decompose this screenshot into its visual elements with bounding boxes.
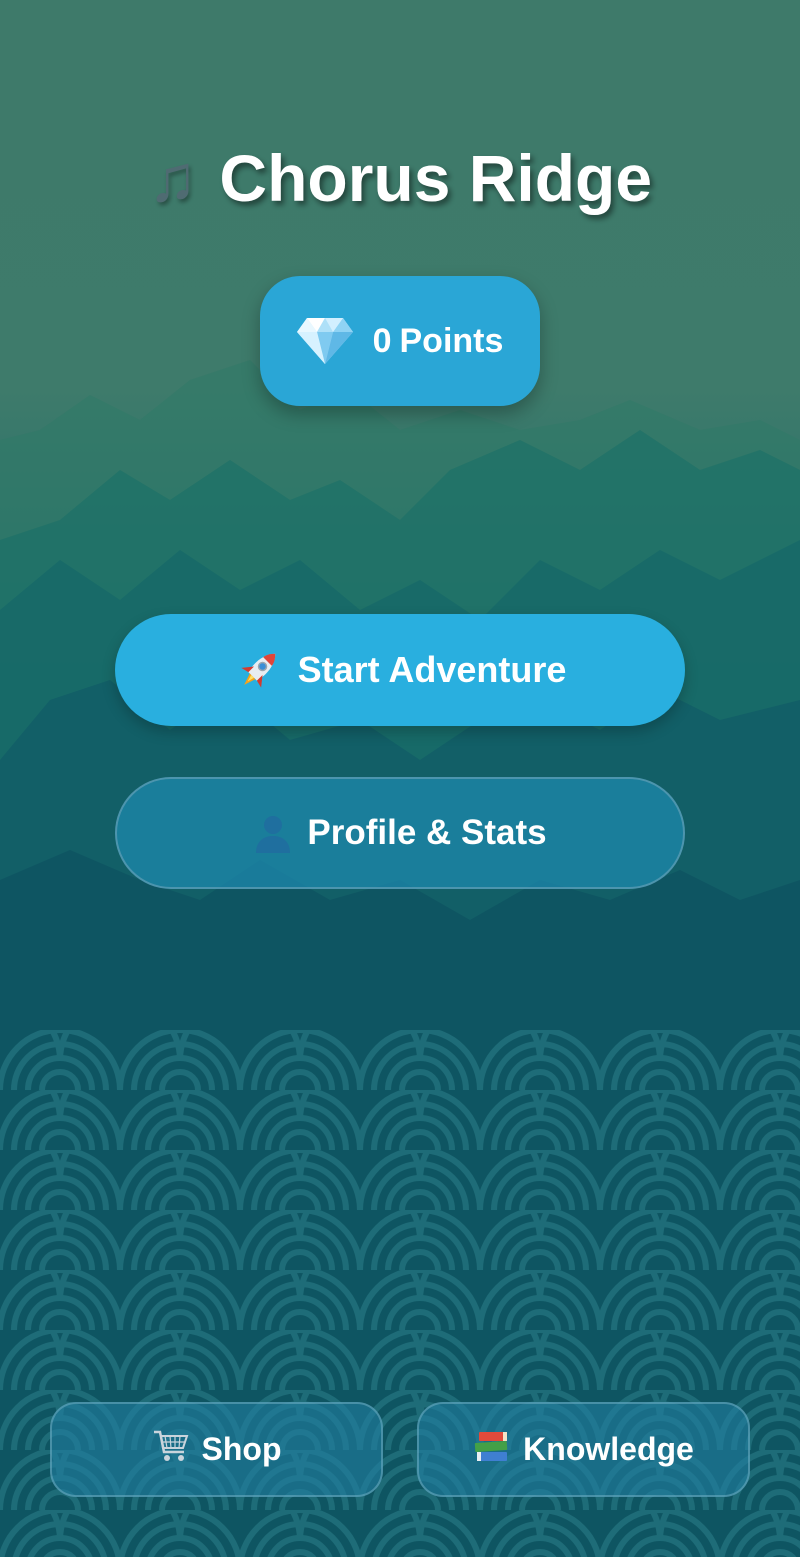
app-title-text: Chorus Ridge	[219, 141, 653, 215]
app-title: ♫ Chorus Ridge	[0, 140, 800, 216]
profile-stats-button[interactable]: Profile & Stats	[115, 777, 685, 889]
music-note-icon: ♫	[147, 141, 198, 215]
start-adventure-label: Start Adventure	[297, 649, 567, 690]
profile-stats-label: Profile & Stats	[307, 813, 547, 852]
person-icon	[253, 813, 293, 853]
shopping-cart-icon	[152, 1428, 190, 1472]
books-icon	[473, 1429, 511, 1471]
diamond-icon	[296, 316, 353, 366]
points-label: Points	[399, 321, 504, 360]
shop-button[interactable]: Shop	[50, 1402, 383, 1497]
points-badge: 0 Points	[260, 276, 540, 406]
knowledge-label: Knowledge	[523, 1431, 694, 1467]
points-value: 0	[372, 321, 392, 360]
knowledge-button[interactable]: Knowledge	[417, 1402, 750, 1497]
points-display: 0 Points	[373, 322, 504, 361]
start-adventure-button[interactable]: Start Adventure	[115, 614, 685, 726]
shop-label: Shop	[201, 1431, 282, 1467]
rocket-icon	[234, 645, 284, 695]
